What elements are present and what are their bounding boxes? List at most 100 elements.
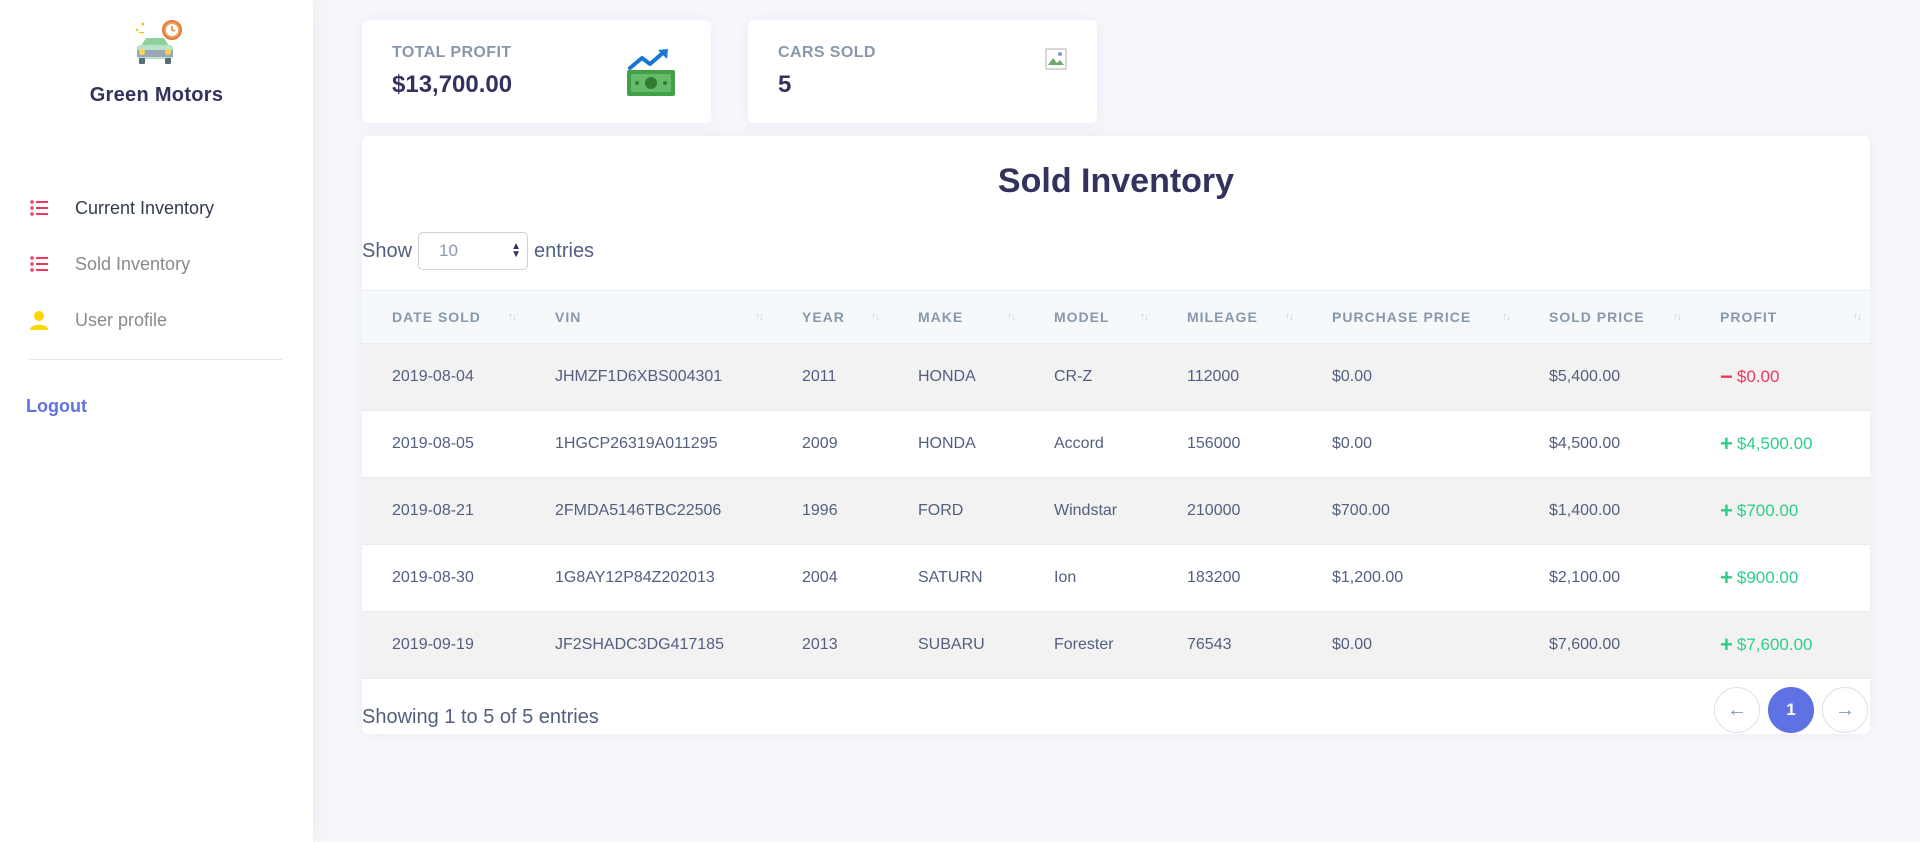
cars-sold-card: CARS SOLD 5	[748, 20, 1097, 123]
plus-icon: +	[1720, 430, 1733, 456]
cell-purchase-price: $0.00	[1302, 410, 1519, 478]
car-logo-icon	[135, 20, 182, 64]
column-header-purchase-price[interactable]: PURCHASE PRICE ↑↓	[1302, 290, 1519, 344]
cell-make: HONDA	[888, 410, 1024, 478]
sidebar-item-user-profile[interactable]: User profile	[0, 292, 313, 348]
cell-model: Windstar	[1024, 477, 1157, 545]
cell-date-sold: 2019-08-21	[362, 477, 525, 545]
sold-inventory-card: Sold Inventory Show 10 ▲ ▼ entries DATE S…	[362, 136, 1870, 734]
column-header-year[interactable]: YEAR ↑↓	[772, 290, 888, 344]
total-profit-card: TOTAL PROFIT $13,700.00	[362, 20, 711, 123]
sort-icon: ↑↓	[1140, 311, 1149, 323]
cell-profit: + $900.00	[1690, 544, 1870, 612]
cell-make: FORD	[888, 477, 1024, 545]
list-icon	[30, 198, 50, 218]
cell-profit: + $4,500.00	[1690, 410, 1870, 478]
cell-sold-price: $2,100.00	[1519, 544, 1690, 612]
cell-mileage: 183200	[1157, 544, 1302, 612]
sidebar-item-current-inventory[interactable]: Current Inventory	[0, 180, 313, 236]
column-header-sold-price[interactable]: SOLD PRICE ↑↓	[1519, 290, 1690, 344]
pagination: ← 1 →	[1714, 687, 1868, 733]
sidebar: Green Motors Current Inventory Sold Inve…	[0, 0, 313, 842]
sidebar-item-label: User profile	[75, 309, 168, 330]
select-arrows-icon: ▲ ▼	[511, 241, 522, 260]
prev-page-button[interactable]: ←	[1714, 687, 1760, 733]
cell-date-sold: 2019-09-19	[362, 611, 525, 679]
cell-profit: + $7,600.00	[1690, 611, 1870, 679]
cell-sold-price: $1,400.00	[1519, 477, 1690, 545]
stat-label: CARS SOLD	[778, 44, 876, 61]
cell-mileage: 76543	[1157, 611, 1302, 679]
cell-sold-price: $7,600.00	[1519, 611, 1690, 679]
column-header-model[interactable]: MODEL ↑↓	[1024, 290, 1157, 344]
next-page-button[interactable]: →	[1822, 687, 1868, 733]
cell-model: Ion	[1024, 544, 1157, 612]
cell-make: SATURN	[888, 544, 1024, 612]
table-row: 2019-08-21 2FMDA5146TBC22506 1996 FORD W…	[362, 477, 1870, 545]
cell-year: 2009	[772, 410, 888, 478]
page-length-select[interactable]: 10 ▲ ▼	[418, 232, 529, 270]
cell-profit: + $700.00	[1690, 477, 1870, 545]
list-icon	[30, 254, 50, 274]
column-header-date-sold[interactable]: DATE SOLD ↑↓	[362, 290, 525, 344]
stat-value: $13,700.00	[392, 71, 513, 98]
cell-sold-price: $4,500.00	[1519, 410, 1690, 478]
column-header-mileage[interactable]: MILEAGE ↑↓	[1157, 290, 1302, 344]
profit-value: + $7,600.00	[1720, 631, 1813, 657]
cell-mileage: 210000	[1157, 477, 1302, 545]
brand-name: Green Motors	[89, 84, 224, 106]
column-header-vin[interactable]: VIN ↑↓	[525, 290, 772, 344]
sidebar-nav: Current Inventory Sold Inventory User pr…	[0, 180, 313, 348]
cell-purchase-price: $1,200.00	[1302, 544, 1519, 612]
sidebar-item-label: Sold Inventory	[75, 253, 191, 274]
cell-purchase-price: $0.00	[1302, 611, 1519, 679]
cell-date-sold: 2019-08-30	[362, 544, 525, 612]
cell-vin: 2FMDA5146TBC22506	[525, 477, 772, 545]
cell-year: 2004	[772, 544, 888, 612]
minus-icon: −	[1720, 363, 1733, 389]
logout-link[interactable]: Logout	[26, 396, 87, 417]
page-title: Sold Inventory	[997, 162, 1235, 200]
table-row: 2019-08-04 JHMZF1D6XBS004301 2011 HONDA …	[362, 343, 1870, 411]
cell-purchase-price: $0.00	[1302, 343, 1519, 411]
cell-year: 2013	[772, 611, 888, 679]
cell-mileage: 112000	[1157, 343, 1302, 411]
profit-value: + $700.00	[1720, 497, 1799, 523]
cell-vin: 1G8AY12P84Z202013	[525, 544, 772, 612]
cell-year: 2011	[772, 343, 888, 411]
column-header-profit[interactable]: PROFIT ↑↓	[1690, 290, 1870, 344]
table-header-row: DATE SOLD ↑↓ VIN ↑↓ YEAR ↑↓ MAKE ↑↓ MODEL ↑↓ …	[362, 290, 1870, 344]
plus-icon: +	[1720, 497, 1733, 523]
sort-icon: ↑↓	[1673, 311, 1682, 323]
page-length-value: 10	[439, 241, 458, 260]
money-chart-icon	[627, 49, 675, 96]
sidebar-divider	[29, 359, 282, 360]
sort-icon: ↑↓	[1853, 311, 1862, 323]
cell-model: Forester	[1024, 611, 1157, 679]
cell-vin: 1HGCP26319A011295	[525, 410, 772, 478]
sort-icon: ↑↓	[755, 311, 764, 323]
sort-icon: ↑↓	[1285, 311, 1294, 323]
show-label: Show	[362, 239, 413, 262]
brand[interactable]: Green Motors	[0, 18, 313, 107]
sidebar-item-sold-inventory[interactable]: Sold Inventory	[0, 236, 313, 292]
table-row: 2019-08-30 1G8AY12P84Z202013 2004 SATURN…	[362, 544, 1870, 612]
table-row: 2019-09-19 JF2SHADC3DG417185 2013 SUBARU…	[362, 611, 1870, 679]
profit-value: + $4,500.00	[1720, 430, 1813, 456]
plus-icon: +	[1720, 564, 1733, 590]
cell-year: 1996	[772, 477, 888, 545]
page-length-control: Show 10 ▲ ▼ entries	[362, 232, 594, 270]
user-icon	[30, 310, 50, 330]
cell-make: HONDA	[888, 343, 1024, 411]
stat-value: 5	[778, 71, 792, 98]
page-1-button[interactable]: 1	[1768, 687, 1814, 733]
sort-icon: ↑↓	[1007, 311, 1016, 323]
entries-label: entries	[534, 239, 595, 262]
cell-make: SUBARU	[888, 611, 1024, 679]
cell-profit: − $0.00	[1690, 343, 1870, 411]
cell-model: Accord	[1024, 410, 1157, 478]
sold-inventory-table: DATE SOLD ↑↓ VIN ↑↓ YEAR ↑↓ MAKE ↑↓ MODEL ↑↓ …	[362, 290, 1870, 679]
column-header-make[interactable]: MAKE ↑↓	[888, 290, 1024, 344]
cell-vin: JHMZF1D6XBS004301	[525, 343, 772, 411]
cell-sold-price: $5,400.00	[1519, 343, 1690, 411]
